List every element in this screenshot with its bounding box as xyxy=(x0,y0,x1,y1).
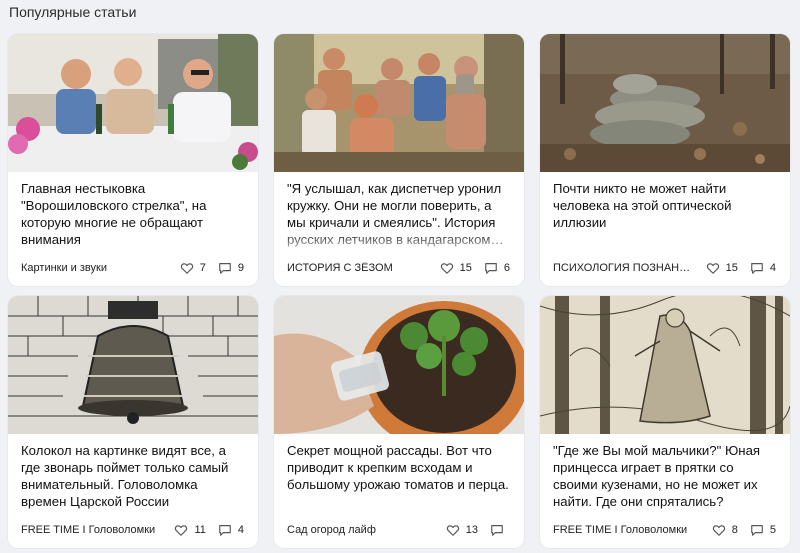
articles-grid: Главная нестыковка "Ворошиловского стрел… xyxy=(8,34,790,548)
article-source[interactable]: ИСТОРИЯ С ЗЁЗОМ xyxy=(287,262,428,274)
heart-icon xyxy=(440,263,453,274)
article-footer: ИСТОРИЯ С ЗЁЗОМ 15 6 xyxy=(287,260,510,276)
article-footer: FREE TIME I Головоломки 11 4 xyxy=(21,522,244,538)
article-title[interactable]: "Где же Вы мой мальчики?" Юная принцесса… xyxy=(553,442,776,510)
comment-icon xyxy=(491,525,503,536)
comment-icon xyxy=(751,263,763,274)
article-card[interactable]: "Где же Вы мой мальчики?" Юная принцесса… xyxy=(540,296,790,548)
comment-button[interactable]: 9 xyxy=(218,261,244,275)
heart-icon xyxy=(712,525,725,536)
comment-icon xyxy=(485,263,497,274)
article-source[interactable]: FREE TIME I Головоломки xyxy=(21,524,162,536)
like-count: 11 xyxy=(194,524,206,536)
article-thumbnail[interactable] xyxy=(274,296,524,434)
comment-icon xyxy=(219,525,231,536)
comment-count: 6 xyxy=(503,262,510,274)
like-button[interactable]: 13 xyxy=(446,523,478,537)
like-button[interactable]: 15 xyxy=(706,261,738,275)
article-thumbnail[interactable] xyxy=(8,296,258,434)
heart-icon xyxy=(180,263,193,274)
like-count: 8 xyxy=(731,524,738,536)
like-button[interactable]: 7 xyxy=(180,261,206,275)
article-source[interactable]: Сад огород лайф xyxy=(287,524,434,536)
article-footer: ПСИХОЛОГИЯ ПОЗНАНИЯ 15 4 xyxy=(553,260,776,276)
comment-count: 4 xyxy=(769,262,776,274)
article-footer: FREE TIME I Головоломки 8 5 xyxy=(553,522,776,538)
comment-button[interactable]: 4 xyxy=(218,523,244,537)
comment-icon xyxy=(219,263,231,274)
article-title[interactable]: Колокол на картинке видят все, а где зво… xyxy=(21,442,244,510)
article-footer: Картинки и звуки 7 9 xyxy=(21,260,244,276)
article-source[interactable]: ПСИХОЛОГИЯ ПОЗНАНИЯ xyxy=(553,262,694,274)
comment-button[interactable]: 5 xyxy=(750,523,776,537)
comment-count: 9 xyxy=(237,262,244,274)
article-footer: Сад огород лайф 13 xyxy=(287,522,510,538)
like-count: 7 xyxy=(199,262,206,274)
article-card[interactable]: Секрет мощной рассады. Вот что приводит … xyxy=(274,296,524,548)
like-count: 15 xyxy=(725,262,738,274)
heart-icon xyxy=(446,525,459,536)
article-thumbnail[interactable] xyxy=(8,34,258,172)
comment-count: 4 xyxy=(237,524,244,536)
article-title[interactable]: "Я услышал, как диспетчер уронил кружку.… xyxy=(287,180,510,248)
comment-button[interactable] xyxy=(490,523,510,537)
like-count: 15 xyxy=(459,262,472,274)
article-card[interactable]: Колокол на картинке видят все, а где зво… xyxy=(8,296,258,548)
article-title[interactable]: Почти никто не может найти человека на э… xyxy=(553,180,776,231)
article-card[interactable]: "Я услышал, как диспетчер уронил кружку.… xyxy=(274,34,524,286)
article-source[interactable]: Картинки и звуки xyxy=(21,262,168,274)
like-button[interactable]: 15 xyxy=(440,261,472,275)
article-thumbnail[interactable] xyxy=(540,34,790,172)
comment-button[interactable]: 4 xyxy=(750,261,776,275)
like-count: 13 xyxy=(465,524,478,536)
section-title: Популярные статьи xyxy=(9,4,137,20)
article-card[interactable]: Почти никто не может найти человека на э… xyxy=(540,34,790,286)
article-thumbnail[interactable] xyxy=(274,34,524,172)
article-card[interactable]: Главная нестыковка "Ворошиловского стрел… xyxy=(8,34,258,286)
article-source[interactable]: FREE TIME I Головоломки xyxy=(553,524,700,536)
like-button[interactable]: 11 xyxy=(174,523,206,537)
like-button[interactable]: 8 xyxy=(712,523,738,537)
comment-button[interactable]: 6 xyxy=(484,261,510,275)
comment-icon xyxy=(751,525,763,536)
heart-icon xyxy=(706,263,719,274)
comment-count: 5 xyxy=(769,524,776,536)
heart-icon xyxy=(175,525,188,536)
article-title[interactable]: Главная нестыковка "Ворошиловского стрел… xyxy=(21,180,244,248)
article-thumbnail[interactable] xyxy=(540,296,790,434)
article-title[interactable]: Секрет мощной рассады. Вот что приводит … xyxy=(287,442,510,493)
